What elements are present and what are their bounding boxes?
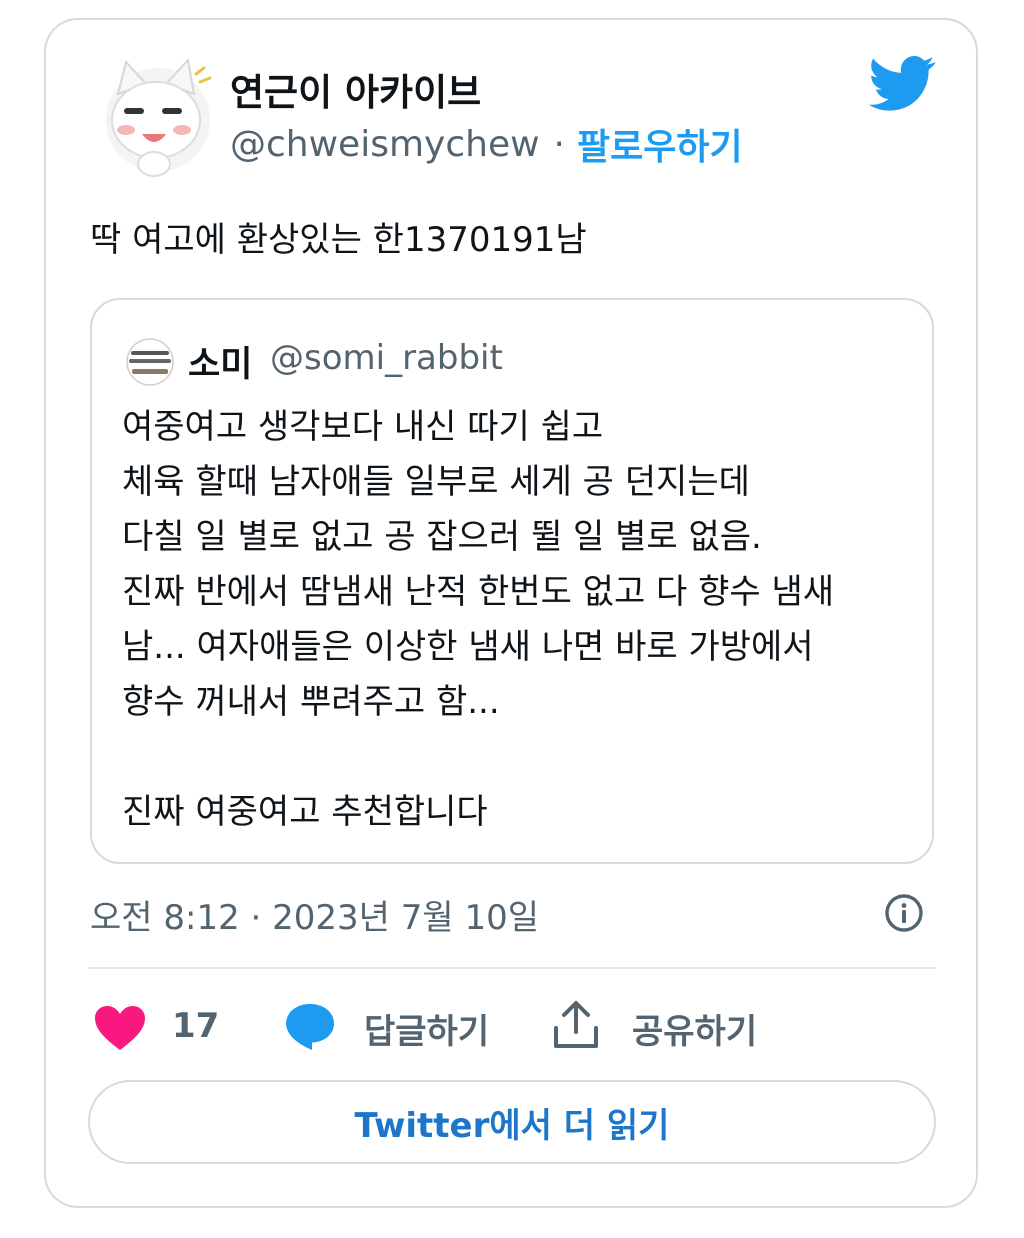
quoted-tweet-text: 여중여고 생각보다 내신 따기 쉽고 체육 할때 남자애들 일부로 세게 공 던…	[122, 407, 835, 832]
info-icon[interactable]	[884, 893, 924, 933]
tweet-text: 딱 여고에 환상있는 한1370191남	[90, 220, 587, 260]
quoted-author-handle[interactable]: @somi_rabbit	[270, 338, 503, 378]
like-count[interactable]: 17	[172, 1006, 219, 1046]
share-button[interactable]: 공유하기	[632, 1004, 757, 1053]
reply-bubble-icon[interactable]	[284, 1002, 336, 1052]
author-avatar[interactable]	[96, 54, 220, 178]
divider	[88, 967, 936, 969]
separator-dot: ·	[553, 123, 565, 165]
follow-button[interactable]: 팔로우하기	[577, 118, 743, 170]
twitter-bird-icon[interactable]	[868, 56, 936, 112]
author-handle[interactable]: @chweismychew	[230, 124, 540, 165]
quoted-author-name[interactable]: 소미	[188, 336, 252, 387]
author-display-name[interactable]: 연근이 아카이브	[230, 62, 481, 116]
heart-icon[interactable]	[94, 1005, 146, 1051]
tweet-timestamp[interactable]: 오전 8:12 · 2023년 7월 10일	[90, 890, 539, 939]
reply-button[interactable]: 답글하기	[364, 1004, 489, 1053]
read-more-on-twitter-button[interactable]: Twitter에서 더 읽기	[88, 1080, 936, 1164]
author-meta-line: @chweismychew · 팔로우하기	[230, 118, 743, 170]
share-upload-icon[interactable]	[552, 1000, 600, 1050]
quoted-author-avatar[interactable]	[122, 338, 178, 386]
